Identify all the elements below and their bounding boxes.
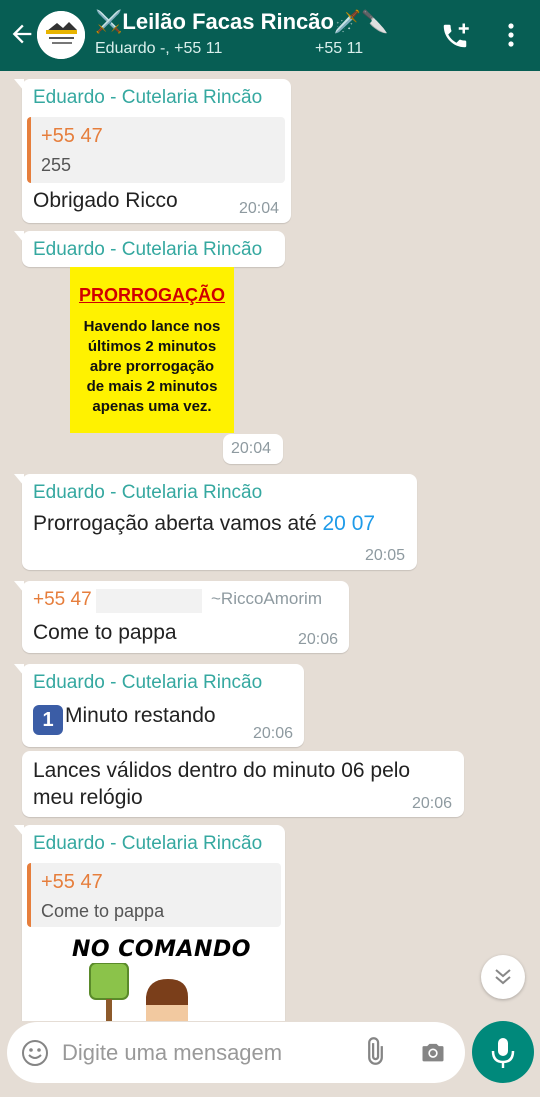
microphone-icon (491, 1038, 515, 1068)
mic-button[interactable] (472, 1021, 534, 1083)
participants-left: Eduardo -, +55 11 (95, 40, 223, 57)
bubble-tail (14, 474, 24, 486)
sender-name[interactable]: +55 47 (33, 589, 92, 611)
image-message[interactable]: PRORROGAÇÃO Havendo lance nos últimos 2 … (22, 231, 285, 465)
message-bubble[interactable]: Eduardo - Cutelaria Rincão Prorrogação a… (14, 474, 417, 570)
emoji-icon[interactable] (21, 1039, 49, 1067)
poster-line: Havendo lance nos (83, 318, 221, 335)
message-bubble[interactable]: +55 47 ~RiccoAmorim Come to pappa 20:06 (14, 581, 349, 653)
participants-right: +55 11 (315, 40, 364, 57)
sender-alias: ~RiccoAmorim (211, 589, 322, 608)
message-time: 20:06 (412, 795, 453, 812)
message-bubble[interactable]: Lances válidos dentro do minuto 06 pelo … (22, 751, 464, 817)
sender-name[interactable]: Eduardo - Cutelaria Rincão (33, 833, 262, 855)
double-chevron-down-icon (495, 969, 511, 985)
sticker-image-icon[interactable] (88, 963, 198, 1021)
quoted-message[interactable]: +55 47 Come to pappa (27, 863, 281, 927)
bubble-tail (14, 825, 24, 837)
message-text: Come to pappa (33, 621, 177, 644)
group-logo-icon (37, 11, 85, 59)
message-link[interactable]: 20 07 (323, 512, 376, 535)
chat-header: ⚔️Leilão Facas Rincão🗡️🔪 Eduardo -, +55 … (0, 0, 540, 71)
bubble-tail (14, 79, 24, 91)
poster-line: últimos 2 minutos (87, 338, 217, 355)
message-bubble[interactable]: Eduardo - Cutelaria Rincão +55 47 255 Ob… (14, 79, 291, 223)
quote-text: 255 (41, 155, 72, 175)
quoted-message[interactable]: +55 47 255 (27, 117, 285, 183)
quote-sender: +55 47 (41, 125, 103, 147)
scroll-to-bottom-button[interactable] (481, 955, 525, 999)
message-time: 20:04 (231, 440, 272, 457)
back-arrow-icon[interactable] (8, 20, 36, 48)
camera-icon[interactable] (419, 1038, 447, 1066)
attach-icon[interactable] (359, 1037, 389, 1067)
sticker-caption: NO COMANDO (72, 937, 251, 962)
keycap-one-emoji: 1 (33, 705, 63, 735)
poster-title: PRORROGAÇÃO (78, 285, 225, 305)
quote-text: Come to pappa (41, 901, 165, 921)
message-text-line: meu relógio (33, 786, 143, 809)
message-composer (7, 1022, 465, 1083)
message-text-line: Lances válidos dentro do minuto 06 pelo (33, 759, 411, 782)
add-call-icon[interactable] (440, 21, 470, 51)
poster-line: apenas uma vez. (92, 398, 212, 415)
time-chip: 20:04 (223, 434, 283, 464)
message-time: 20:05 (365, 547, 406, 564)
message-time: 20:04 (239, 200, 280, 217)
poster-line: abre prorrogação (89, 358, 215, 375)
bubble-tail (14, 664, 24, 676)
prorrogacao-image[interactable]: PRORROGAÇÃO Havendo lance nos últimos 2 … (70, 267, 234, 433)
poster-body: Havendo lance nos últimos 2 minutos abre… (70, 317, 234, 417)
message-time: 20:06 (253, 725, 294, 742)
bubble-tail (14, 581, 24, 593)
sender-name[interactable]: Eduardo - Cutelaria Rincão (33, 87, 262, 109)
message-text-main: Minuto restando (65, 704, 216, 727)
poster-line: de mais 2 minutos (86, 378, 218, 395)
sender-name[interactable]: Eduardo - Cutelaria Rincão (33, 672, 262, 694)
message-bubble[interactable]: Eduardo - Cutelaria Rincão 1 Minuto resta… (14, 664, 304, 747)
message-time: 20:06 (298, 631, 339, 648)
message-text: Prorrogação aberta vamos até 20 07 (33, 512, 375, 536)
message-text-main: Prorrogação aberta vamos até (33, 512, 323, 535)
chat-area[interactable]: Eduardo - Cutelaria Rincão +55 47 255 Ob… (0, 71, 540, 1021)
group-avatar[interactable] (37, 11, 85, 59)
sender-name[interactable]: Eduardo - Cutelaria Rincão (33, 482, 262, 504)
group-title[interactable]: ⚔️Leilão Facas Rincão🗡️🔪 (95, 9, 389, 35)
redacted-number (96, 589, 202, 613)
message-text: Obrigado Ricco (33, 189, 178, 212)
message-text: 1 Minuto restando (33, 704, 216, 735)
message-input[interactable] (62, 1032, 352, 1074)
bottom-strip (0, 1089, 540, 1097)
more-options-icon[interactable] (502, 22, 520, 48)
message-bubble[interactable]: Eduardo - Cutelaria Rincão +55 47 Come t… (14, 825, 285, 1021)
group-participants[interactable]: Eduardo -, +55 11 +55 11 (95, 40, 425, 58)
quote-sender: +55 47 (41, 871, 103, 893)
